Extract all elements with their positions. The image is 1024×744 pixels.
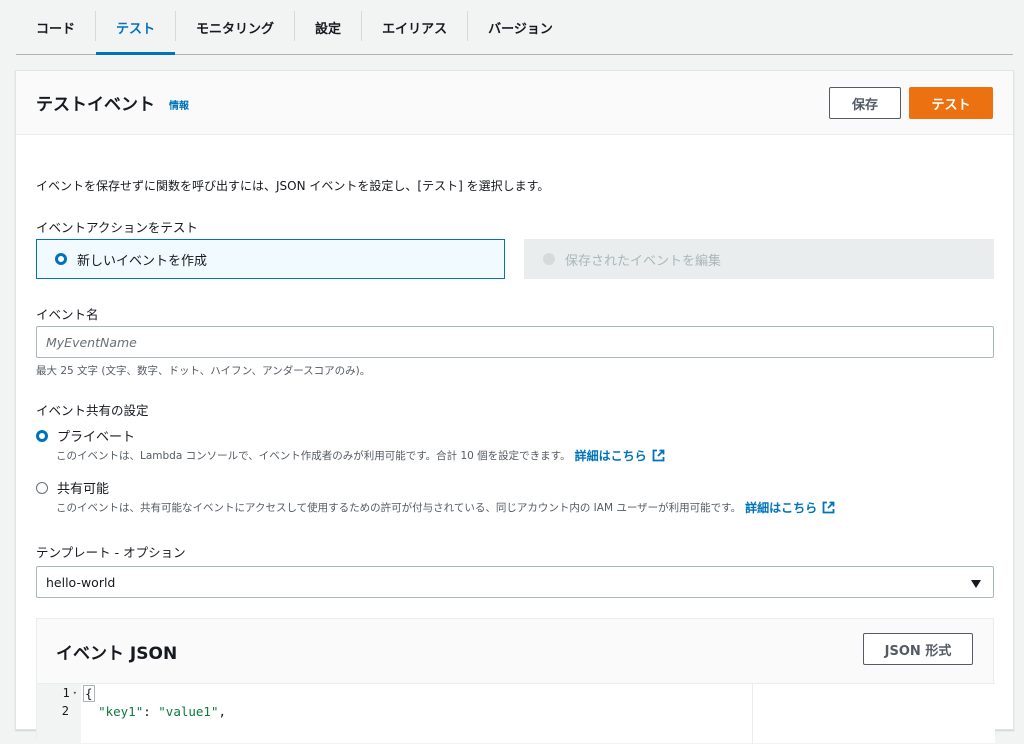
tab-settings[interactable]: 設定	[295, 0, 361, 54]
tab-versions[interactable]: バージョン	[468, 0, 573, 54]
shareable-desc-text: このイベントは、共有可能なイベントにアクセスして使用するための許可が付与されてい…	[56, 502, 742, 514]
line-number: 1 ▾	[62, 686, 77, 700]
tab-aliases[interactable]: エイリアス	[362, 0, 467, 54]
edit-saved-event-tile: 保存されたイベントを編集	[524, 239, 994, 279]
event-name-hint: 最大 25 文字 (文字、数字、ドット、ハイフン、アンダースコアのみ)。	[36, 365, 371, 377]
header-actions: 保存 テスト	[829, 87, 993, 119]
panel-header: テストイベント 情報 保存 テスト	[16, 71, 1013, 135]
code-line: "key1": "value1",	[98, 703, 227, 719]
event-json-title: イベント JSON	[56, 644, 178, 664]
code-line: {	[83, 684, 95, 702]
learn-more-link[interactable]: 詳細はこちら	[575, 447, 665, 464]
template-select[interactable]: hello-world	[36, 566, 994, 598]
tab-bar: コード テスト モニタリング 設定 エイリアス バージョン	[16, 0, 1013, 55]
editor-divider	[752, 684, 753, 744]
shareable-description: このイベントは、共有可能なイベントにアクセスして使用するための許可が付与されてい…	[56, 499, 835, 516]
learn-more-label: 詳細はこちら	[574, 449, 647, 463]
tab-code[interactable]: コード	[16, 0, 95, 54]
panel-description: イベントを保存せずに関数を呼び出すには、JSON イベントを設定し、[テスト] …	[36, 179, 550, 193]
radio-selected-icon	[55, 253, 67, 265]
panel-title: テストイベント	[36, 95, 155, 115]
learn-more-link[interactable]: 詳細はこちら	[745, 499, 835, 516]
json-editor[interactable]: 1 ▾ 2 { "key1": "value1",	[37, 683, 995, 744]
info-link[interactable]: 情報	[169, 93, 189, 112]
shareable-label: 共有可能	[57, 482, 110, 497]
tab-monitoring[interactable]: モニタリング	[176, 0, 294, 54]
test-event-panel: テストイベント 情報 保存 テスト イベントを保存せずに関数を呼び出すには、JS…	[15, 70, 1014, 744]
save-button[interactable]: 保存	[829, 87, 901, 119]
external-link-icon	[822, 501, 835, 514]
edit-saved-event-label: 保存されたイベントを編集	[565, 253, 722, 269]
create-new-event-tile[interactable]: 新しいイベントを作成	[36, 239, 505, 279]
test-button[interactable]: テスト	[909, 87, 993, 119]
fold-toggle-icon[interactable]: ▾	[73, 689, 77, 697]
template-label: テンプレート - オプション	[36, 545, 186, 560]
caret-down-icon	[971, 577, 981, 592]
radio-disabled-icon	[543, 253, 555, 265]
create-new-event-label: 新しいイベントを作成	[77, 253, 208, 269]
editor-gutter: 1 ▾ 2	[37, 684, 81, 744]
event-name-input[interactable]: MyEventName	[36, 326, 994, 358]
private-desc-text: このイベントは、Lambda コンソールで、イベント作成者のみが利用可能です。合…	[56, 450, 571, 462]
private-label: プライベート	[57, 430, 136, 445]
event-name-label: イベント名	[36, 307, 99, 322]
event-json-panel: イベント JSON JSON 形式 1 ▾ 2 { "key1": "value1…	[36, 618, 995, 744]
radio-unselected-icon	[36, 481, 48, 494]
tab-test[interactable]: テスト	[96, 0, 176, 55]
format-json-button[interactable]: JSON 形式	[863, 633, 973, 665]
external-link-icon	[652, 449, 665, 462]
line-number: 2	[61, 704, 69, 718]
learn-more-label: 詳細はこちら	[745, 501, 818, 515]
private-description: このイベントは、Lambda コンソールで、イベント作成者のみが利用可能です。合…	[56, 447, 665, 464]
editor-code: { "key1": "value1",	[83, 684, 226, 720]
template-value: hello-world	[46, 574, 116, 590]
test-action-label: イベントアクションをテスト	[36, 220, 198, 235]
private-radio[interactable]: プライベート	[36, 426, 135, 445]
radio-selected-icon	[36, 429, 48, 442]
sharing-settings-label: イベント共有の設定	[36, 403, 149, 418]
shareable-radio[interactable]: 共有可能	[36, 478, 109, 497]
